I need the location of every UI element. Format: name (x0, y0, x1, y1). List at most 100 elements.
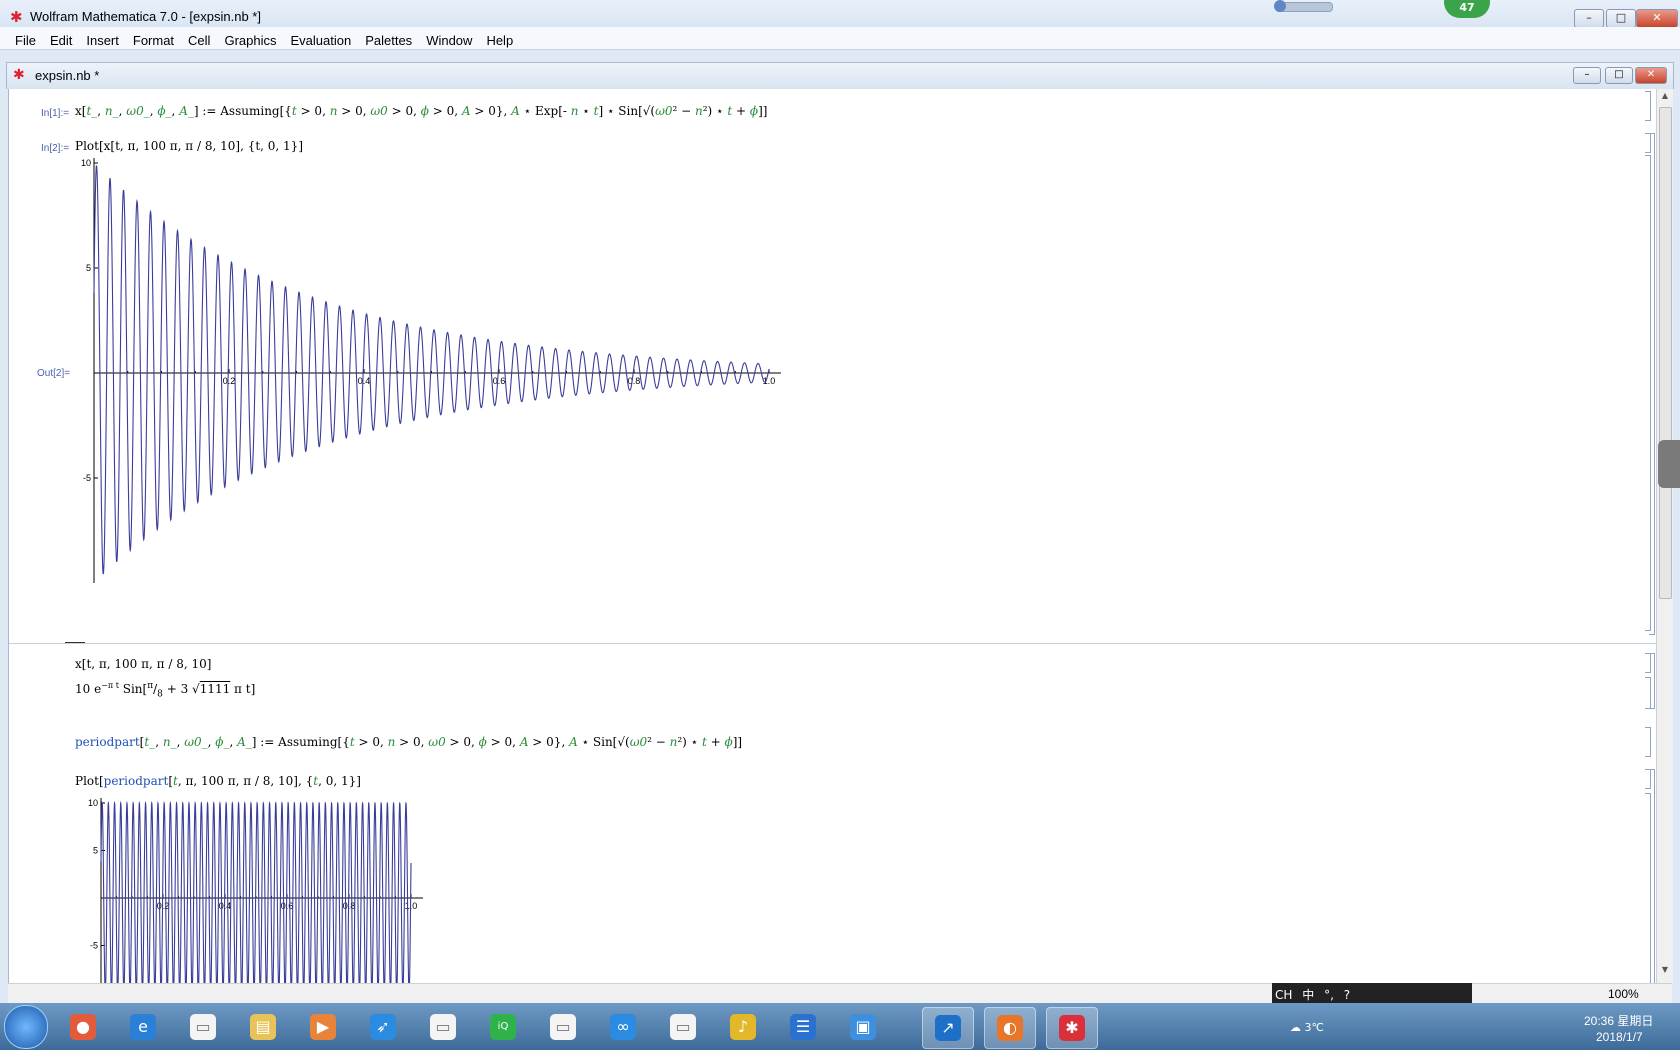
cell-bracket[interactable] (1645, 677, 1651, 709)
notebook-content[interactable]: In[1]:= x[t_, n_, ω0_, ϕ_, A_] := Assumi… (8, 89, 1657, 983)
menu-item-palettes[interactable]: Palettes (358, 31, 419, 48)
slider-knob[interactable] (1274, 0, 1286, 12)
volume-slider[interactable] (1274, 0, 1333, 12)
menu-item-help[interactable]: Help (479, 31, 520, 48)
ime-toolbar[interactable]: CH 中 °, ? (1272, 983, 1472, 1005)
series-line (100, 800, 412, 983)
ime-help[interactable]: ? (1341, 985, 1353, 1002)
close-button[interactable]: ✕ (1636, 9, 1678, 28)
list-icon: ☰ (790, 1014, 816, 1040)
plot-1[interactable]: 0.2 0.4 0.6 0.8 1.0 10 5 -5 (59, 155, 849, 625)
menu-item-insert[interactable]: Insert (79, 31, 126, 48)
taskbar-cloud[interactable]: ∞ (598, 1007, 648, 1047)
weather[interactable]: ☁ 3℃ (1290, 1021, 1324, 1034)
in1-label: In[1]:= (41, 108, 70, 119)
x-tick-label: 0.8 (628, 376, 641, 386)
cell-bracket[interactable] (1645, 155, 1651, 631)
menu-bar: File Edit Insert Format Cell Graphics Evaluati… (0, 27, 1680, 50)
menu-item-graphics[interactable]: Graphics (217, 31, 283, 48)
minimize-button[interactable]: – (1574, 9, 1604, 28)
cell-bracket[interactable] (1645, 91, 1651, 121)
taskbar-bird[interactable]: ➶ (358, 1007, 408, 1047)
plot-2[interactable]: 0.2 0.4 0.6 0.8 1.0105-5 (69, 795, 449, 983)
notification-badge[interactable]: 47 (1444, 0, 1490, 18)
taskbar-media[interactable]: ▶ (298, 1007, 348, 1047)
taskbar-list[interactable]: ☰ (778, 1007, 828, 1047)
menu-item-cell[interactable]: Cell (181, 31, 217, 48)
music-icon: ♪ (730, 1014, 756, 1040)
window-icon: ▣ (850, 1014, 876, 1040)
y-tick-label: 10 (81, 158, 91, 168)
taskbar-mathematica[interactable]: ✱ (1046, 1007, 1098, 1049)
taskbar-app-1[interactable]: ● (58, 1007, 108, 1047)
cell-bracket[interactable] (1645, 793, 1651, 983)
taskbar-doc-1[interactable]: ▭ (178, 1007, 228, 1047)
menu-item-format[interactable]: Format (126, 31, 181, 48)
weather-temp: 3℃ (1304, 1021, 1324, 1034)
folder-icon: ▤ (250, 1014, 276, 1040)
periodpart-def[interactable]: periodpart[t_, n_, ω0_, ϕ_, A_] := Assum… (75, 735, 742, 749)
taskbar-doc-3[interactable]: ▭ (538, 1007, 588, 1047)
cell-bracket[interactable] (1645, 727, 1651, 757)
curve-icon: ↗ (935, 1015, 961, 1041)
file-icon: ▭ (190, 1014, 216, 1040)
menu-item-file[interactable]: File (8, 31, 43, 48)
scroll-up-icon[interactable]: ▲ (1657, 91, 1673, 105)
iqiyi-icon: iQ (490, 1014, 516, 1040)
menu-item-evaluation[interactable]: Evaluation (283, 31, 358, 48)
taskbar-iqiyi[interactable]: iQ (478, 1007, 528, 1047)
y-tick-label: 5 (86, 263, 91, 273)
menu-item-window[interactable]: Window (419, 31, 479, 48)
in2-code[interactable]: Plot[x[t, π, 100 π, π / 8, 10], {t, 0, 1… (75, 139, 303, 153)
notebook-title-bar: ✱ expsin.nb * – □ ✕ (6, 62, 1674, 89)
mathematica-icon: ✱ (1059, 1015, 1085, 1041)
x-tick-label: 0.6 (493, 376, 506, 386)
cell-cursor (65, 642, 85, 643)
window-title: Wolfram Mathematica 7.0 - [expsin.nb *] (30, 9, 261, 24)
x-call-output[interactable]: 10 e−π t Sin[π/8 + 3 √1111 π t] (75, 681, 255, 699)
y-tick-label: 10 (88, 798, 98, 808)
cloud-weather-icon: ☁ (1290, 1021, 1301, 1034)
nb-restore-button[interactable]: □ (1605, 67, 1633, 84)
taskbar-window[interactable]: ▣ (838, 1007, 888, 1047)
app-icon: ● (70, 1014, 96, 1040)
ime-punct[interactable]: °, (1321, 985, 1337, 1002)
file-icon: ▭ (430, 1014, 456, 1040)
periodpart-plot-input[interactable]: Plot[periodpart[t, π, 100 π, π / 8, 10],… (75, 774, 361, 788)
x-tick-label: 1.0 (763, 376, 776, 386)
taskbar-doc-4[interactable]: ▭ (658, 1007, 708, 1047)
scroll-thumb[interactable] (1659, 107, 1672, 599)
side-tab[interactable] (1658, 440, 1680, 488)
clock-date[interactable]: 2018/1/7 (1596, 1030, 1643, 1044)
file-icon: ▭ (670, 1014, 696, 1040)
zoom-level[interactable]: 100% (1608, 987, 1639, 1001)
taskbar-app-active-1[interactable]: ↗ (922, 1007, 974, 1049)
vertical-scrollbar[interactable]: ▲ ▼ (1656, 89, 1673, 983)
in2-label: In[2]:= (41, 143, 70, 154)
menu-item-edit[interactable]: Edit (43, 31, 79, 48)
nb-minimize-button[interactable]: – (1573, 67, 1601, 84)
maximize-button[interactable]: □ (1606, 9, 1636, 28)
menu-row: File Edit Insert Format Cell Graphics Evaluati… (8, 30, 520, 49)
series-line (93, 165, 770, 575)
taskbar-music[interactable]: ♪ (718, 1007, 768, 1047)
clock-time[interactable]: 20:36 星期日 (1584, 1012, 1653, 1029)
x-call-input[interactable]: x[t, π, 100 π, π / 8, 10] (75, 657, 211, 671)
y-tick-label: 5 (93, 846, 98, 856)
in1-code[interactable]: x[t_, n_, ω0_, ϕ_, A_] := Assuming[{t > … (75, 104, 767, 118)
taskbar-doc-2[interactable]: ▭ (418, 1007, 468, 1047)
y-tick-label: -5 (83, 473, 91, 483)
bird-icon: ➶ (370, 1014, 396, 1040)
ime-lang[interactable]: CH (1272, 985, 1295, 1002)
cell-insertion-line (9, 643, 1657, 644)
scroll-down-icon[interactable]: ▼ (1657, 965, 1673, 979)
taskbar-explorer[interactable]: ▤ (238, 1007, 288, 1047)
mathematica-icon: ✱ (10, 8, 23, 26)
taskbar-ie[interactable]: e (118, 1007, 168, 1047)
taskbar-app-active-2[interactable]: ◐ (984, 1007, 1036, 1049)
file-icon: ▭ (550, 1014, 576, 1040)
notebook-icon: ✱ (13, 67, 25, 83)
ime-mode[interactable]: 中 (1299, 983, 1317, 1003)
start-button[interactable] (4, 1005, 48, 1049)
nb-close-button[interactable]: ✕ (1635, 67, 1667, 84)
